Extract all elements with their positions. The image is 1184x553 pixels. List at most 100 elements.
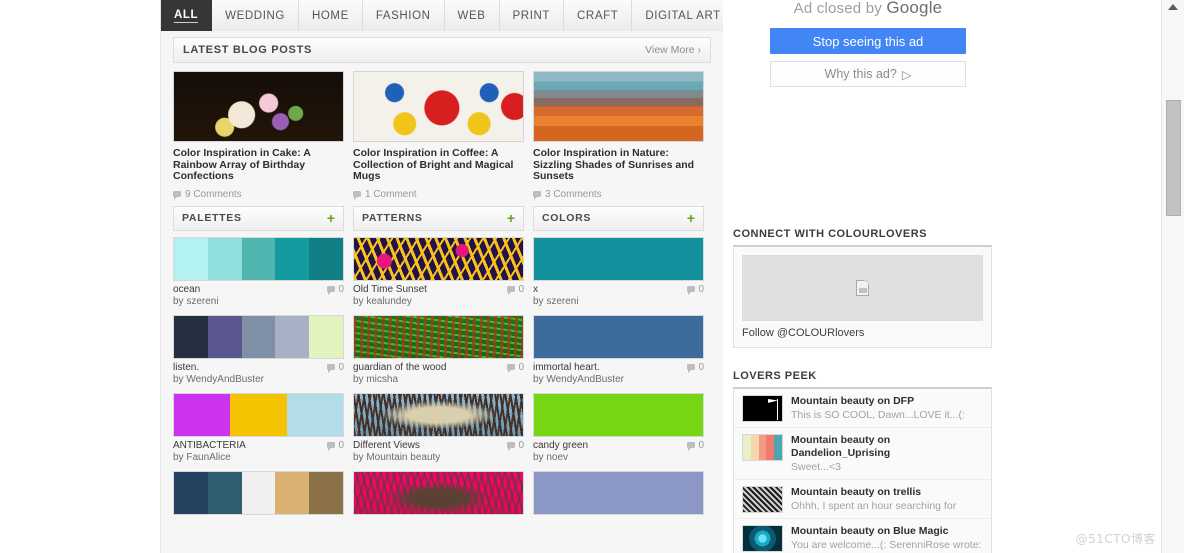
lovers-peek-thumbnail[interactable] (742, 525, 783, 552)
nav-tab-digital-art[interactable]: DIGITAL ART (632, 0, 735, 31)
follow-colourlovers-link[interactable]: Follow @COLOURlovers (742, 327, 983, 339)
palette-thumbnail[interactable] (533, 392, 704, 437)
color-swatch[interactable] (534, 315, 703, 358)
item-meta: listen. by WendyAndBuster 0 (173, 362, 344, 386)
item-name[interactable]: x (533, 284, 579, 296)
color-swatch[interactable] (534, 237, 703, 280)
blog-post-card[interactable]: Color Inspiration in Coffee: A Collectio… (353, 71, 524, 200)
lovers-peek-item[interactable]: Mountain beauty on trellis Ohhh, I spent … (734, 480, 991, 519)
color-swatch[interactable] (207, 315, 242, 358)
nav-tab-fashion[interactable]: FASHION (362, 0, 445, 31)
lovers-peek-item[interactable]: Mountain beauty on Dandelion_Uprising Swe… (734, 428, 991, 480)
plus-icon[interactable]: + (507, 211, 515, 225)
color-swatch[interactable] (207, 471, 242, 514)
lovers-peek-item[interactable]: Mountain beauty on DFP This is SO COOL, D… (734, 389, 991, 428)
item-meta: x by szereni 0 (533, 284, 704, 308)
item-name[interactable]: Different Views (353, 440, 440, 452)
blog-post-title[interactable]: Color Inspiration in Nature: Sizzling Sh… (533, 147, 704, 183)
palette-thumbnail[interactable] (173, 236, 344, 281)
lovers-peek-item[interactable]: Mountain beauty on Blue Magic You are wel… (734, 519, 991, 553)
color-swatch[interactable] (275, 471, 310, 514)
pattern-thumbnail[interactable] (353, 314, 524, 359)
item-author[interactable]: by WendyAndBuster (173, 374, 264, 386)
lovers-peek-item-title[interactable]: Mountain beauty on trellis (791, 486, 956, 499)
blog-post-title[interactable]: Color Inspiration in Coffee: A Collectio… (353, 147, 524, 183)
blog-post-card[interactable]: Color Inspiration in Cake: A Rainbow Arr… (173, 71, 344, 200)
item-author[interactable]: by szereni (533, 296, 579, 308)
scroll-up-arrow-icon[interactable] (1168, 4, 1178, 10)
connect-panel: Follow @COLOURlovers (733, 245, 992, 348)
palette-thumbnail[interactable] (533, 314, 704, 359)
page-scrollbar[interactable] (1161, 0, 1184, 553)
item-author[interactable]: by szereni (173, 296, 219, 308)
color-swatch[interactable] (174, 237, 208, 280)
color-swatch[interactable] (241, 315, 276, 358)
color-swatch[interactable] (241, 471, 276, 514)
lovers-peek-item-title[interactable]: Mountain beauty on Dandelion_Uprising (791, 434, 983, 460)
palette-thumbnail[interactable] (173, 470, 344, 515)
color-swatch[interactable] (241, 237, 276, 280)
color-swatch[interactable] (309, 237, 343, 280)
blog-post-thumbnail[interactable] (353, 71, 524, 142)
nav-tab-craft[interactable]: CRAFT (564, 0, 633, 31)
twitter-widget: Follow @COLOURlovers (742, 255, 983, 339)
palette-thumbnail[interactable] (533, 236, 704, 281)
nav-tab-web[interactable]: WEB (444, 0, 500, 31)
nav-tab-print[interactable]: PRINT (499, 0, 565, 31)
lovers-peek-item-title[interactable]: Mountain beauty on Blue Magic (791, 525, 981, 538)
blog-post-title[interactable]: Color Inspiration in Cake: A Rainbow Arr… (173, 147, 344, 183)
nav-tab-all[interactable]: ALL (161, 0, 213, 31)
pattern-thumbnail[interactable] (353, 470, 524, 515)
lovers-peek-thumbnail[interactable] (742, 395, 783, 422)
color-swatch[interactable] (174, 315, 208, 358)
view-more-link[interactable]: View More › (645, 44, 701, 56)
item-name[interactable]: ANTIBACTERIA (173, 440, 246, 452)
nav-tab-wedding[interactable]: WEDDING (212, 0, 299, 31)
color-swatch[interactable] (275, 315, 310, 358)
color-swatch[interactable] (207, 237, 242, 280)
item-author[interactable]: by micsha (353, 374, 446, 386)
color-swatch[interactable] (309, 315, 343, 358)
color-swatch[interactable] (309, 471, 343, 514)
palette-thumbnail[interactable] (533, 470, 704, 515)
item-author[interactable]: by WendyAndBuster (533, 374, 624, 386)
content-columns: PALETTES + ocean by szereni 0 listen. by Wendy… (161, 205, 723, 522)
plus-icon[interactable]: + (687, 211, 695, 225)
item-comment-count: 0 (327, 284, 344, 295)
color-swatch[interactable] (534, 471, 703, 514)
blog-post-list: Color Inspiration in Cake: A Rainbow Arr… (161, 63, 723, 206)
item-author[interactable]: by Mountain beauty (353, 452, 440, 464)
color-swatch[interactable] (230, 393, 287, 436)
palette-thumbnail[interactable] (173, 392, 344, 437)
color-swatch[interactable] (174, 393, 231, 436)
blog-post-thumbnail[interactable] (173, 71, 344, 142)
item-name[interactable]: listen. (173, 362, 264, 374)
color-swatch[interactable] (534, 393, 703, 436)
why-this-ad-button[interactable]: Why this ad? ▷ (770, 61, 966, 87)
pattern-thumbnail[interactable] (353, 236, 524, 281)
column-header: PALETTES + (173, 205, 344, 231)
color-swatch[interactable] (174, 471, 208, 514)
item-author[interactable]: by noev (533, 452, 588, 464)
item-author[interactable]: by FaunAlice (173, 452, 246, 464)
item-name[interactable]: ocean (173, 284, 219, 296)
stop-seeing-this-ad-button[interactable]: Stop seeing this ad (770, 28, 966, 54)
palette-thumbnail[interactable] (173, 314, 344, 359)
list-item: listen. by WendyAndBuster 0 (173, 314, 344, 386)
plus-icon[interactable]: + (327, 211, 335, 225)
pattern-thumbnail[interactable] (353, 392, 524, 437)
item-name[interactable]: immortal heart. (533, 362, 624, 374)
item-author[interactable]: by kealundey (353, 296, 427, 308)
blog-post-thumbnail[interactable] (533, 71, 704, 142)
lovers-peek-item-title[interactable]: Mountain beauty on DFP (791, 395, 965, 408)
blog-post-card[interactable]: Color Inspiration in Nature: Sizzling Sh… (533, 71, 704, 200)
item-name[interactable]: candy green (533, 440, 588, 452)
item-name[interactable]: Old Time Sunset (353, 284, 427, 296)
nav-tab-home[interactable]: HOME (298, 0, 363, 31)
lovers-peek-thumbnail[interactable] (742, 434, 783, 461)
lovers-peek-thumbnail[interactable] (742, 486, 783, 513)
scrollbar-thumb[interactable] (1166, 100, 1181, 216)
color-swatch[interactable] (286, 393, 343, 436)
color-swatch[interactable] (275, 237, 310, 280)
item-name[interactable]: guardian of the wood (353, 362, 446, 374)
